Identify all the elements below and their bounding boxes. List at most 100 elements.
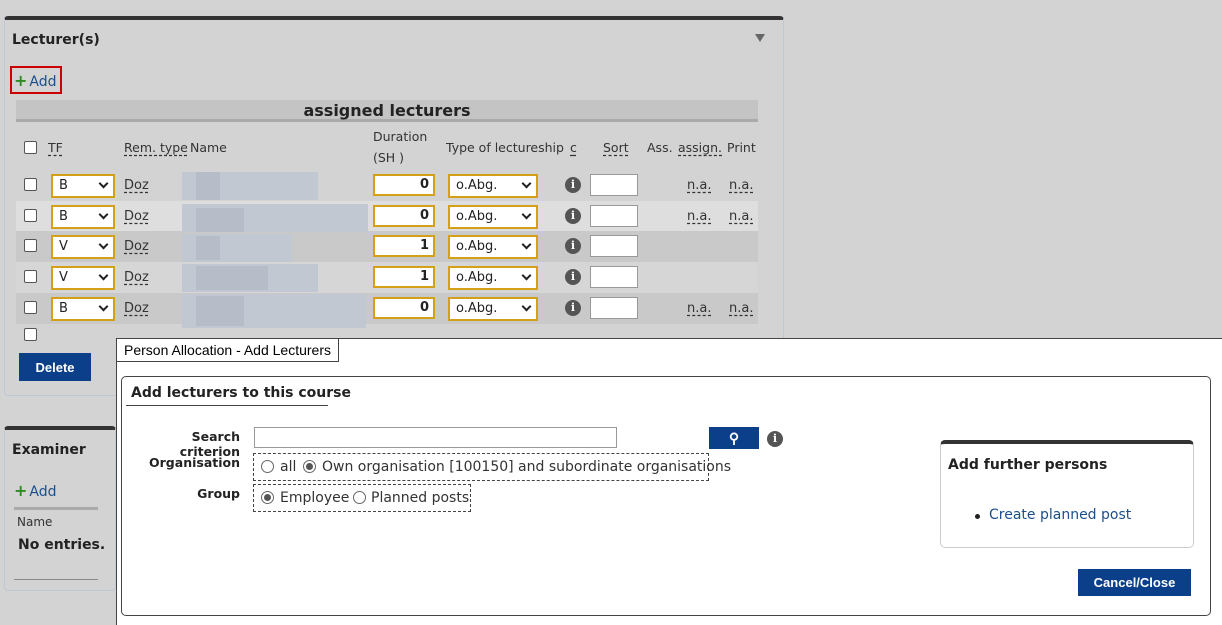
tf-select[interactable]: B (51, 174, 115, 198)
organisation-label: Organisation (149, 455, 240, 470)
name-redacted-detail (196, 266, 268, 290)
bullet (975, 514, 980, 519)
examiner-empty-text: No entries. (18, 537, 106, 553)
org-option-own: Own organisation [100150] and subordinat… (322, 459, 732, 475)
lectureship-select[interactable]: o.Abg. (448, 297, 538, 321)
duration-input[interactable]: 1 (373, 235, 435, 257)
header-duration: Duration (373, 129, 428, 144)
search-icon: ⚲ (728, 429, 740, 446)
info-icon[interactable]: i (565, 177, 581, 193)
duration-input[interactable]: 1 (373, 266, 435, 288)
add-examiner-label: Add (29, 484, 57, 500)
row-checkbox[interactable] (24, 209, 37, 222)
org-option-all: all (280, 459, 297, 475)
info-icon[interactable]: i (565, 238, 581, 254)
chevron-down-icon (521, 301, 532, 312)
rem-type-link[interactable]: Doz (124, 209, 149, 224)
duration-input[interactable]: 0 (373, 174, 435, 196)
section-title: Add lecturers to this course (131, 385, 351, 401)
chevron-down-icon (521, 239, 532, 250)
dialog-content: Add lecturers to this course Search crit… (121, 376, 1211, 616)
cancel-close-button[interactable]: Cancel/Close (1078, 569, 1191, 596)
rem-type-link[interactable]: Doz (124, 301, 149, 316)
header-print: Print (727, 140, 756, 155)
sort-input[interactable] (590, 174, 638, 196)
assign-link[interactable]: n.a. (687, 178, 711, 193)
chevron-down-icon (98, 178, 109, 189)
lectureship-select[interactable]: o.Abg. (448, 235, 538, 259)
select-all-checkbox[interactable] (24, 141, 37, 154)
add-lecturer-label: Add (29, 74, 57, 90)
group-option-employee: Employee (280, 490, 350, 506)
sort-input[interactable] (590, 205, 638, 227)
empty-row-checkbox[interactable] (24, 328, 37, 341)
chevron-down-icon (521, 209, 532, 220)
assign-link[interactable]: n.a. (687, 301, 711, 316)
sort-input[interactable] (590, 266, 638, 288)
row-checkbox[interactable] (24, 270, 37, 283)
chevron-down-icon (98, 209, 109, 220)
create-planned-post-link[interactable]: Create planned post (989, 507, 1131, 523)
tf-select[interactable]: B (51, 297, 115, 321)
group-radio-employee[interactable] (261, 491, 274, 504)
org-radio-own[interactable] (303, 460, 316, 473)
name-redacted-detail (196, 236, 220, 260)
name-redacted-detail (196, 172, 220, 200)
search-input[interactable] (254, 427, 617, 448)
row-checkbox[interactable] (24, 301, 37, 314)
section-underline (126, 405, 328, 406)
print-link[interactable]: n.a. (729, 301, 753, 316)
header-tf[interactable]: TF (48, 140, 63, 155)
info-icon[interactable]: i (565, 269, 581, 285)
examiner-title: Examiner (12, 442, 86, 458)
header-assign[interactable]: assign. (678, 140, 722, 155)
add-examiner-link[interactable]: + Add (14, 481, 57, 500)
print-link[interactable]: n.a. (729, 209, 753, 224)
table-caption: assigned lecturers (16, 100, 758, 122)
info-icon[interactable]: i (767, 431, 783, 447)
lectureship-select[interactable]: o.Abg. (448, 205, 538, 229)
chevron-down-icon (98, 301, 109, 312)
rem-type-link[interactable]: Doz (124, 270, 149, 285)
header-ass: Ass. (647, 140, 673, 155)
further-title: Add further persons (948, 457, 1108, 473)
tf-select[interactable]: V (51, 266, 115, 290)
name-redacted-detail (196, 296, 244, 326)
add-lecturer-link[interactable]: + Add (14, 71, 57, 90)
examiner-name-header: Name (17, 515, 53, 529)
delete-button[interactable]: Delete (19, 353, 91, 381)
tf-select[interactable]: V (51, 235, 115, 259)
header-sort[interactable]: Sort (603, 140, 629, 155)
rem-type-link[interactable]: Doz (124, 178, 149, 193)
sort-input[interactable] (590, 235, 638, 257)
chevron-down-icon (521, 270, 532, 281)
add-lecturers-dialog: Person Allocation - Add Lecturers Add le… (116, 338, 1222, 625)
chevron-down-icon (521, 178, 532, 189)
header-type-of-lectureship: Type of lectureship (446, 140, 564, 155)
group-radio-planned[interactable] (353, 491, 366, 504)
info-icon[interactable]: i (565, 300, 581, 316)
add-further-persons-panel: Add further persons Create planned post (940, 440, 1194, 548)
collapse-triangle-icon[interactable] (755, 34, 765, 42)
duration-input[interactable]: 0 (373, 297, 435, 319)
chevron-down-icon (98, 239, 109, 250)
assign-link[interactable]: n.a. (687, 209, 711, 224)
lecturers-title: Lecturer(s) (12, 32, 100, 48)
header-rem-type[interactable]: Rem. type (124, 140, 188, 155)
header-c[interactable]: c (570, 140, 577, 155)
row-checkbox[interactable] (24, 239, 37, 252)
duration-input[interactable]: 0 (373, 205, 435, 227)
print-link[interactable]: n.a. (729, 178, 753, 193)
examiner-header-bar (14, 507, 98, 510)
header-duration-unit: (SH ) (373, 150, 405, 165)
info-icon[interactable]: i (565, 208, 581, 224)
tf-select[interactable]: B (51, 205, 115, 229)
lectureship-select[interactable]: o.Abg. (448, 174, 538, 198)
lectureship-select[interactable]: o.Abg. (448, 266, 538, 290)
row-checkbox[interactable] (24, 178, 37, 191)
rem-type-link[interactable]: Doz (124, 239, 149, 254)
org-radio-all[interactable] (261, 460, 274, 473)
search-button[interactable]: ⚲ (709, 427, 759, 449)
sort-input[interactable] (590, 297, 638, 319)
group-label: Group (197, 486, 240, 501)
